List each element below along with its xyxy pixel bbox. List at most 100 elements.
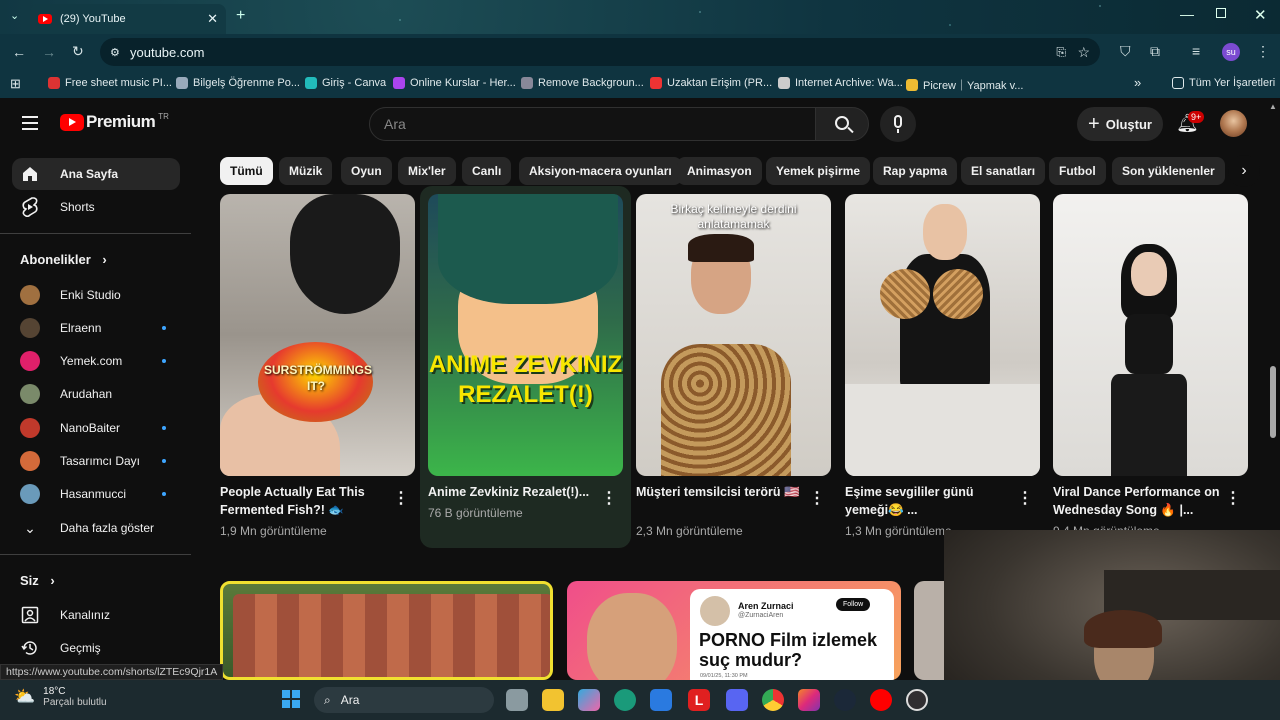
video-thumbnail[interactable]: Aren Zurnaci @ZurnaciAren Follow PORNO F… xyxy=(567,581,901,680)
profile-avatar[interactable]: su xyxy=(1222,43,1240,61)
subscription-item[interactable]: Elraenn xyxy=(12,312,180,344)
extensions-icon[interactable]: ⧉ xyxy=(1150,43,1160,60)
restore-icon[interactable] xyxy=(1216,8,1226,18)
subscription-item[interactable]: Hasanmucci xyxy=(12,478,180,510)
short-thumbnail[interactable]: Birkaç kelimeyle derdini anlatamamak xyxy=(636,194,831,476)
weather-widget[interactable]: ⛅ 18°C Parçalı bulutlu xyxy=(14,686,107,708)
app-l-icon[interactable]: L xyxy=(688,689,710,711)
chip-recently-uploaded[interactable]: Son yüklenenler xyxy=(1112,157,1225,185)
more-options-icon[interactable]: ⋮ xyxy=(601,488,617,508)
taskview-icon[interactable] xyxy=(506,689,528,711)
page-scrollbar[interactable] xyxy=(1270,366,1276,438)
video-thumbnail[interactable] xyxy=(914,581,944,680)
short-thumbnail[interactable] xyxy=(1053,194,1248,476)
tab-search-icon[interactable]: ⌄ xyxy=(10,9,19,22)
bookmark-item[interactable]: Remove Backgroun... xyxy=(521,77,644,89)
search-button[interactable] xyxy=(815,107,869,141)
bookmark-item[interactable]: Giriş - Canva xyxy=(305,77,386,89)
tab-close-icon[interactable]: ✕ xyxy=(207,11,218,27)
you-header[interactable]: Siz › xyxy=(20,573,55,588)
subscription-item[interactable]: Arudahan xyxy=(12,378,180,410)
minimize-icon[interactable]: — xyxy=(1180,6,1194,22)
youtube-music-icon[interactable] xyxy=(870,689,892,711)
subscriptions-header[interactable]: Abonelikler › xyxy=(20,252,107,267)
bookmark-item[interactable]: Picrew｜Yapmak v... xyxy=(906,77,1023,93)
back-icon[interactable]: ← xyxy=(12,44,26,60)
chip-action-adventure[interactable]: Aksiyon-macera oyunları xyxy=(519,157,682,185)
close-window-icon[interactable]: ✕ xyxy=(1254,6,1267,24)
bookmark-item[interactable]: Online Kurslar - Her... xyxy=(393,77,516,89)
subscription-item[interactable]: NanoBaiter xyxy=(12,412,180,444)
short-title[interactable]: Anime Zevkiniz Rezalet(!)... xyxy=(428,483,598,501)
show-more-button[interactable]: ⌄ Daha fazla göster xyxy=(12,512,180,544)
obs-icon[interactable] xyxy=(906,689,928,711)
edge-icon[interactable] xyxy=(614,689,636,711)
chrome-icon[interactable] xyxy=(762,689,784,711)
chip-crafts[interactable]: El sanatları xyxy=(961,157,1046,185)
chip-music[interactable]: Müzik xyxy=(279,157,333,185)
all-bookmarks-button[interactable]: Tüm Yer İşaretleri xyxy=(1172,77,1275,89)
youtube-logo[interactable]: Premium TR xyxy=(60,112,169,132)
voice-search-button[interactable] xyxy=(880,106,916,142)
bookmark-item[interactable]: Internet Archive: Wa... xyxy=(778,77,903,89)
bookmarks-more-button[interactable]: » xyxy=(1134,75,1141,90)
sidebar-item-your-channel[interactable]: Kanalınız xyxy=(12,599,180,631)
notifications-button[interactable]: 🔔︎ 9+ xyxy=(1176,111,1205,134)
sidebar-item-home[interactable]: Ana Sayfa xyxy=(12,158,180,190)
site-info-icon[interactable]: ⚙ xyxy=(110,46,120,59)
short-title[interactable]: Eşime sevgililer günü yemeği😂 ... xyxy=(845,483,1015,519)
sidebar-item-shorts[interactable]: Shorts xyxy=(12,191,180,223)
media-icon[interactable]: ≡ xyxy=(1192,43,1200,59)
more-options-icon[interactable]: ⋮ xyxy=(393,488,409,508)
subscription-item[interactable]: Enki Studio xyxy=(12,279,180,311)
apps-icon[interactable]: ⊞ xyxy=(10,76,21,92)
short-title[interactable]: Viral Dance Performance on Wednesday Son… xyxy=(1053,483,1223,519)
hamburger-menu-icon[interactable] xyxy=(22,116,38,130)
bookmark-item[interactable]: Uzaktan Erişim (PR... xyxy=(650,77,772,89)
chip-cooking[interactable]: Yemek pişirme xyxy=(766,157,871,185)
menu-kebab-icon[interactable]: ⋮ xyxy=(1256,43,1270,60)
instagram-icon[interactable] xyxy=(798,689,820,711)
video-thumbnail[interactable] xyxy=(220,581,553,680)
discord-icon[interactable] xyxy=(726,689,748,711)
taskbar-search[interactable]: ⌕ Ara xyxy=(314,687,494,713)
new-tab-icon[interactable]: + xyxy=(236,7,245,25)
url-field[interactable]: ⚙ youtube.com ⎘ ☆ xyxy=(100,38,1100,66)
chip-rap[interactable]: Rap yapma xyxy=(873,157,958,185)
chip-gaming[interactable]: Oyun xyxy=(341,157,392,185)
store-icon[interactable] xyxy=(650,689,672,711)
start-button[interactable] xyxy=(282,690,300,708)
tab-youtube[interactable]: (29) YouTube ✕ xyxy=(30,4,226,34)
bookmark-item[interactable]: Free sheet music PI... xyxy=(48,77,172,89)
short-title[interactable]: Müşteri temsilcisi terörü 🇺🇸 xyxy=(636,483,806,501)
account-avatar[interactable] xyxy=(1220,110,1247,137)
chip-live[interactable]: Canlı xyxy=(462,157,512,185)
sidebar-item-history[interactable]: Geçmiş xyxy=(12,632,180,664)
file-explorer-icon[interactable] xyxy=(542,689,564,711)
subscription-item[interactable]: Tasarımcı Dayı xyxy=(12,445,180,477)
search-input[interactable]: Ara xyxy=(369,107,816,141)
short-thumbnail[interactable]: ANIME ZEVKINIZ REZALET(!) xyxy=(428,194,623,476)
shield-icon[interactable]: ⛉ xyxy=(1120,43,1131,60)
copilot-icon[interactable] xyxy=(578,689,600,711)
short-thumbnail[interactable] xyxy=(845,194,1040,476)
more-options-icon[interactable]: ⋮ xyxy=(1225,488,1241,508)
more-options-icon[interactable]: ⋮ xyxy=(809,488,825,508)
create-button[interactable]: + Oluştur xyxy=(1077,107,1163,141)
more-options-icon[interactable]: ⋮ xyxy=(1017,488,1033,508)
scroll-up-arrow-icon[interactable]: ▲ xyxy=(1269,102,1277,111)
bookmark-star-icon[interactable]: ☆ xyxy=(1077,44,1090,61)
chip-mixes[interactable]: Mix'ler xyxy=(398,157,456,185)
chip-all[interactable]: Tümü xyxy=(220,157,273,185)
bookmark-item[interactable]: Bilgelş Öğrenme Po... xyxy=(176,77,300,89)
chips-next-button[interactable]: › xyxy=(1228,155,1260,187)
short-thumbnail[interactable]: SURSTRÖMMINGS IT? xyxy=(220,194,415,476)
install-icon[interactable]: ⎘ xyxy=(1056,45,1066,60)
forward-icon[interactable]: → xyxy=(42,44,56,60)
subscription-item[interactable]: Yemek.com xyxy=(12,345,180,377)
steam-icon[interactable] xyxy=(834,689,856,711)
short-title[interactable]: People Actually Eat This Fermented Fish?… xyxy=(220,483,390,519)
chip-animation[interactable]: Animasyon xyxy=(677,157,762,185)
reload-icon[interactable]: ↻ xyxy=(72,43,84,60)
chip-football[interactable]: Futbol xyxy=(1049,157,1106,185)
